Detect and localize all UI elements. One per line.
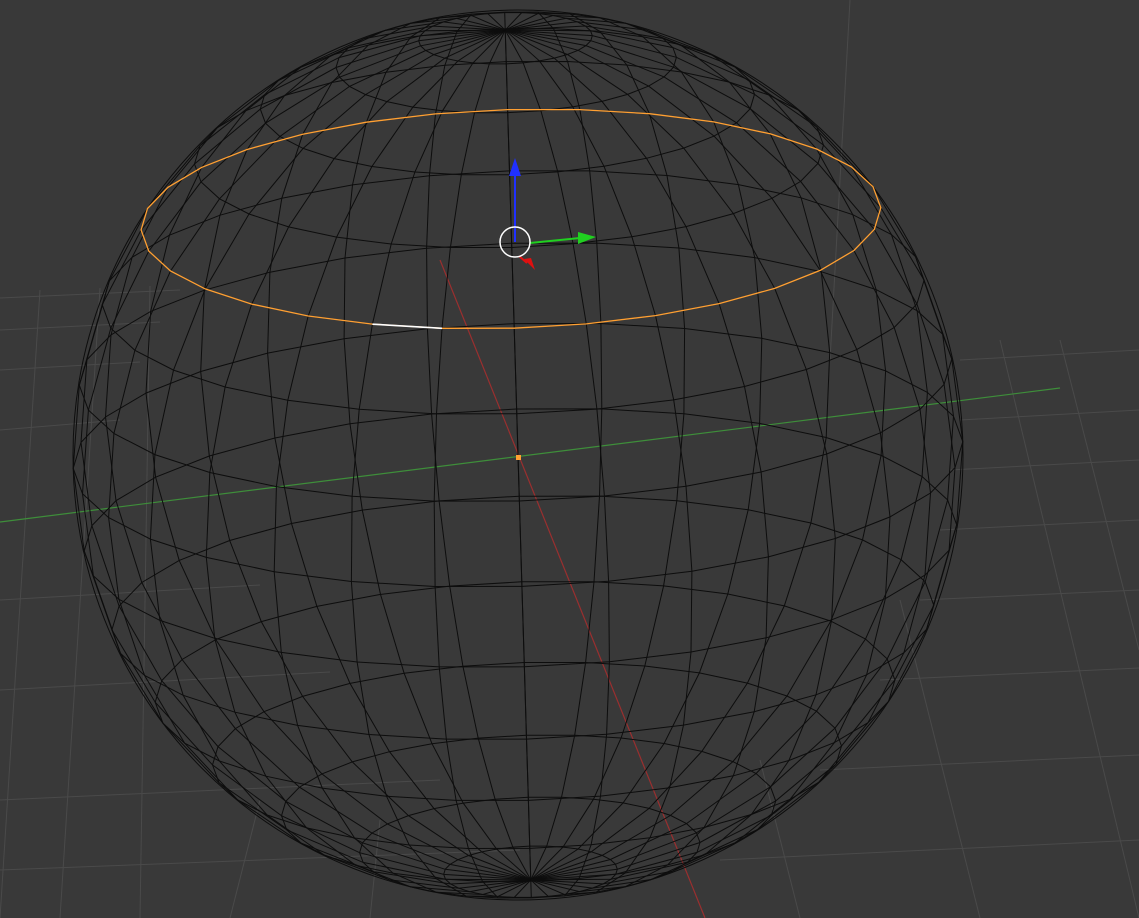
transform-gizmo[interactable]: [499, 158, 596, 270]
viewport-canvas[interactable]: [0, 0, 1139, 918]
grid-line: [919, 589, 1139, 601]
arrow-x-icon[interactable]: [524, 258, 535, 270]
grid-line: [949, 459, 1139, 471]
longitude-meridian[interactable]: [81, 29, 531, 881]
grid-line: [1059, 339, 1139, 651]
longitude-meridian[interactable]: [505, 25, 928, 881]
longitude-meridian[interactable]: [504, 11, 603, 881]
grid-line: [999, 339, 1139, 918]
y-axis-line: [0, 387, 1061, 523]
longitude-meridian[interactable]: [350, 29, 532, 898]
longitude-meridian[interactable]: [200, 21, 531, 881]
grid-line: [0, 361, 141, 371]
grid-line: [0, 289, 181, 299]
longitude-meridian[interactable]: [433, 29, 532, 899]
grid-line: [939, 519, 1139, 531]
grid-line: [0, 321, 161, 331]
grid-line: [959, 409, 1139, 421]
grid-line: [959, 349, 1139, 361]
longitude-meridian[interactable]: [108, 29, 531, 885]
grid-line: [0, 849, 521, 871]
longitude-meridian[interactable]: [505, 29, 955, 881]
origin-dot: [516, 455, 521, 460]
arrow-z-icon[interactable]: [509, 158, 521, 176]
longitude-meridian[interactable]: [104, 29, 531, 881]
longitude-meridian[interactable]: [80, 29, 531, 881]
longitude-meridian[interactable]: [504, 12, 532, 880]
longitude-meridian[interactable]: [505, 29, 836, 889]
grid-line: [819, 754, 1139, 771]
grid-line: [229, 799, 261, 918]
grid-line: [829, 0, 851, 361]
longitude-meridian[interactable]: [504, 29, 693, 896]
longitude-meridian[interactable]: [504, 29, 610, 897]
longitude-meridian[interactable]: [273, 29, 531, 896]
longitude-meridian[interactable]: [505, 29, 956, 881]
longitude-meridian[interactable]: [505, 14, 763, 881]
3d-viewport[interactable]: [0, 0, 1139, 918]
grid-line: [759, 759, 801, 918]
grid-line: [139, 285, 151, 918]
grid-line: [0, 671, 331, 691]
longitude-meridian[interactable]: [505, 17, 831, 881]
longitude-meridian[interactable]: [343, 14, 532, 881]
grid-line: [0, 584, 261, 601]
grid-line: [0, 289, 41, 918]
grid-line: [0, 419, 121, 431]
floor-grid: [0, 0, 1139, 918]
longitude-meridian[interactable]: [505, 29, 932, 881]
active-edge[interactable]: [372, 323, 443, 330]
